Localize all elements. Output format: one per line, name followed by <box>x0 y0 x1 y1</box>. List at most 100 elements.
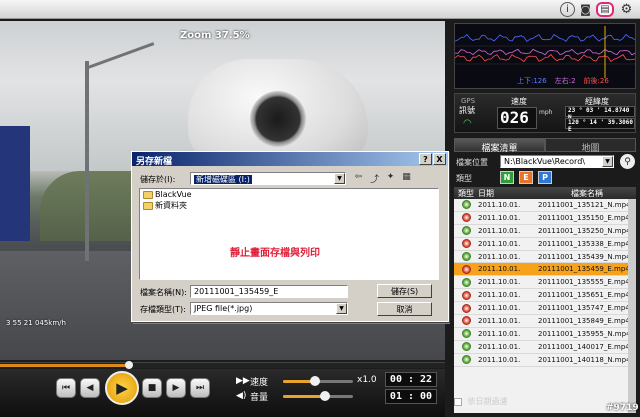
dialog-file-list[interactable]: BlackVue 新資料夾 靜止畫面存檔與列印 <box>139 188 439 280</box>
table-row[interactable]: 2011.10.01. 20111001_135849_E.mp4 <box>454 315 636 328</box>
table-row[interactable]: 2011.10.01. 20111001_140118_N.mp4 <box>454 354 636 367</box>
col-filename[interactable]: 檔案名稱 <box>536 188 636 199</box>
speed-slider-handle[interactable] <box>309 376 320 386</box>
save-in-select[interactable]: 新增磁碟區 (I:) ▼ <box>190 172 346 185</box>
file-type-cell <box>454 252 478 261</box>
table-row[interactable]: 2011.10.01. 20111001_135459_E.mp4 <box>454 263 636 277</box>
table-row[interactable]: 2011.10.01. 20111001_135651_E.mp4 <box>454 289 636 303</box>
type-filter-n[interactable]: N <box>500 171 514 184</box>
leftright-label: 左右:2 <box>554 77 576 85</box>
chevron-down-icon: ▼ <box>336 303 347 314</box>
tab-map[interactable]: 地圖 <box>545 138 636 154</box>
back-icon[interactable]: ⇦ <box>352 172 365 184</box>
file-type-cell <box>454 329 478 339</box>
step-back-icon[interactable]: ◀ <box>80 378 100 398</box>
table-row[interactable]: 2011.10.01. 20111001_135955_N.mp4 <box>454 328 636 341</box>
path-select[interactable]: N:\BlackVue\Record\ ▼ <box>500 155 614 168</box>
table-row[interactable]: 2011.10.01. 20111001_135150_E.mp4 <box>454 212 636 225</box>
chevron-down-icon: ▼ <box>334 173 345 184</box>
folder-item[interactable]: BlackVue <box>140 189 438 200</box>
table-row[interactable]: 2011.10.01. 20111001_135121_N.mp4 <box>454 199 636 212</box>
progress-handle[interactable] <box>125 361 134 369</box>
step-forward-icon[interactable]: ▶ <box>166 378 186 398</box>
new-folder-icon[interactable]: ✦ <box>384 172 397 184</box>
file-type-cell <box>454 277 478 287</box>
progress-fill <box>0 364 130 367</box>
up-folder-icon[interactable]: ⤴ <box>368 172 381 185</box>
folder-icon <box>143 190 153 199</box>
dialog-help-button[interactable]: ? <box>419 153 432 165</box>
speed-slider[interactable] <box>283 376 353 386</box>
table-row[interactable]: 2011.10.01. 20111001_135747_E.mp4 <box>454 302 636 316</box>
file-date-cell: 2011.10.01. <box>478 200 521 209</box>
file-date-cell: 2011.10.01. <box>478 252 521 261</box>
updown-line <box>454 33 636 42</box>
playback-controls: ⏮ ◀ ▶ ■ ▶ ⏭ ▶▶ 速度 x1.0 ◀) 音量 00 : 22 01 … <box>0 369 445 417</box>
dialog-title: 另存新檔 <box>136 157 173 167</box>
file-type-icon <box>461 303 471 313</box>
type-filter-e[interactable]: E <box>519 171 533 184</box>
file-name-cell: 20111001_135555_E.mp4 <box>538 278 630 287</box>
stop-icon[interactable]: ■ <box>142 378 162 398</box>
table-row[interactable]: 2011.10.01. 20111001_135338_E.mp4 <box>454 238 636 251</box>
filetype-select[interactable]: JPEG file(*.jpg) ▼ <box>190 302 348 315</box>
table-row[interactable]: 2011.10.01. 20111001_135439_N.mp4 <box>454 251 636 264</box>
progress-bar[interactable] <box>0 361 445 369</box>
save-button[interactable]: 儲存(S) <box>377 284 432 298</box>
dialog-title-bar[interactable]: 另存新檔 ? X <box>132 152 448 167</box>
longitude-readout: 120 ° 14 ' 39.3060 E <box>565 118 635 133</box>
volume-slider-handle[interactable] <box>320 391 330 401</box>
file-type-icon <box>461 277 471 287</box>
cancel-button[interactable]: 取消 <box>377 302 432 316</box>
watermark-text: 靜止畫面存檔與列印 <box>230 248 320 259</box>
filetype-label: 存檔類型(T): <box>140 305 186 314</box>
info-icon[interactable]: i <box>560 2 575 17</box>
updown-label: 上下:126 <box>517 77 547 85</box>
table-row[interactable]: 2011.10.01. 20111001_135555_E.mp4 <box>454 276 636 290</box>
folder-item[interactable]: 新資料夾 <box>140 200 438 211</box>
play-icon[interactable]: ▶ <box>105 371 139 405</box>
file-type-icon <box>461 200 471 210</box>
file-type-icon <box>461 252 471 261</box>
skip-start-icon[interactable]: ⏮ <box>56 378 76 398</box>
gear-icon[interactable]: ⚙ <box>619 2 634 17</box>
image-badge: #9719 <box>606 403 639 413</box>
file-name-cell: 20111001_135250_N.mp4 <box>538 226 631 235</box>
file-name-cell: 20111001_135849_E.mp4 <box>538 316 630 325</box>
latitude-readout: 23 ° 03 ' 14.8740 N <box>565 106 635 121</box>
chevron-down-icon: ▼ <box>602 156 613 167</box>
file-type-icon <box>461 213 471 223</box>
file-type-icon <box>461 226 471 236</box>
filter-date-checkbox[interactable] <box>454 397 462 406</box>
file-type-cell <box>454 355 478 365</box>
gps-panel: GPS 訊號 ◠ 速度 026 mph 經緯度 23 ° 03 ' 14.874… <box>454 93 636 133</box>
table-row[interactable]: 2011.10.01. 20111001_140017_E.mp4 <box>454 341 636 354</box>
col-date[interactable]: 日期 <box>478 188 536 199</box>
file-type-icon <box>461 239 471 249</box>
file-type-cell <box>454 213 478 223</box>
speed-readout: 026 <box>497 107 537 129</box>
time-current: 00 : 22 <box>385 372 437 387</box>
volume-slider[interactable] <box>283 391 353 401</box>
speed-label: 速度 <box>250 378 269 388</box>
zoom-label: Zoom 37.5% <box>180 30 250 41</box>
filename-input[interactable]: 20111001_135459_E <box>190 285 348 298</box>
type-filter-p[interactable]: P <box>538 171 552 184</box>
layout-icon[interactable]: ▤ <box>596 2 614 17</box>
gsensor-graph: 上下:126 左右:2 前後:26 <box>454 23 636 89</box>
dialog-close-button[interactable]: X <box>433 153 446 165</box>
col-type[interactable]: 類型 <box>454 188 478 199</box>
file-name-cell: 20111001_135338_E.mp4 <box>538 239 630 248</box>
view-menu-icon[interactable]: ▦ <box>400 172 413 184</box>
dashcam-lens <box>250 91 306 147</box>
file-table-scrollbar[interactable] <box>628 199 636 413</box>
file-type-cell <box>454 239 478 249</box>
search-icon[interactable]: ⚲ <box>620 154 635 169</box>
tab-file-list[interactable]: 檔案清單 <box>454 138 545 154</box>
camera-icon[interactable]: ◙ <box>578 2 593 17</box>
table-row[interactable]: 2011.10.01. 20111001_135250_N.mp4 <box>454 225 636 238</box>
skip-end-icon[interactable]: ⏭ <box>190 378 210 398</box>
folder-icon <box>143 201 153 210</box>
file-date-cell: 2011.10.01. <box>478 355 521 364</box>
frontback-label: 前後:26 <box>583 77 609 85</box>
